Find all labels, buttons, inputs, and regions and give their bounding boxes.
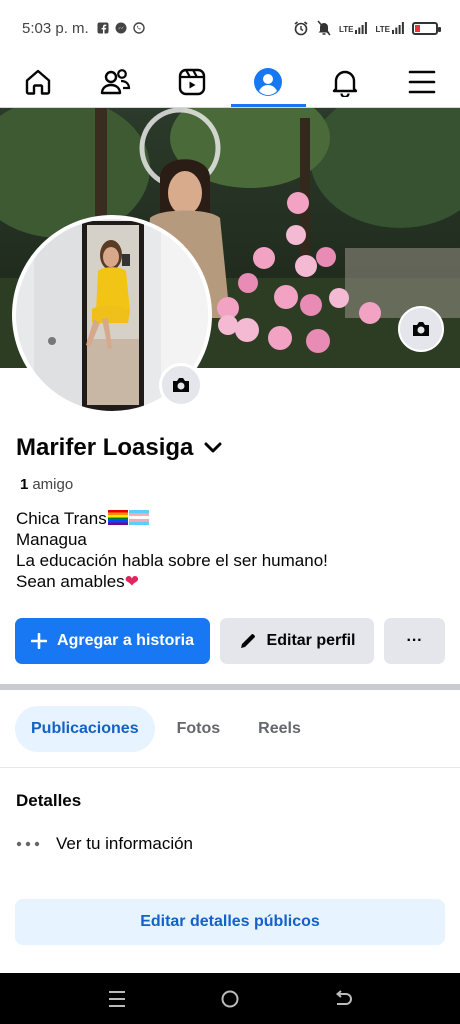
rainbow-flag-icon (107, 510, 128, 525)
tab-reels[interactable]: Reels (242, 706, 317, 752)
recents-icon[interactable] (107, 990, 127, 1008)
heart-icon: ❤ (124, 572, 139, 591)
nav-menu[interactable] (383, 56, 460, 107)
camera-icon (173, 378, 189, 392)
transgender-flag-icon (128, 510, 149, 525)
avatar-camera-button[interactable] (159, 363, 203, 407)
more-options-label: ··· (406, 632, 423, 649)
bio-line-1: Chica Trans (16, 509, 107, 528)
signal-2: LTE (375, 22, 404, 34)
add-to-story-button[interactable]: Agregar a historia (15, 618, 210, 664)
signal-1: LTE (339, 22, 368, 34)
home-circle-icon[interactable] (220, 989, 240, 1009)
profile-actions: Agregar a historia Editar perfil ··· (15, 618, 445, 664)
system-navigation-bar (0, 973, 460, 1024)
profile-name: Marifer Loasiga (16, 434, 194, 461)
profile-bio: Chica Trans Managua La educación habla s… (16, 508, 328, 592)
nav-reels[interactable] (153, 56, 230, 107)
details-heading: Detalles (16, 791, 82, 810)
friends-icon (100, 68, 131, 94)
friends-label: amigo (32, 476, 74, 493)
profile-name-row[interactable]: Marifer Loasiga (16, 434, 223, 462)
edit-public-details-button[interactable]: Editar detalles públicos (15, 899, 445, 945)
add-to-story-label: Agregar a historia (57, 632, 194, 649)
friends-number: 1 (20, 476, 29, 493)
nav-profile[interactable] (230, 56, 307, 107)
section-divider (0, 684, 460, 690)
menu-icon (408, 70, 435, 93)
nav-notifications[interactable] (307, 56, 384, 107)
friends-count[interactable]: 1 amigo (20, 476, 73, 493)
cover-camera-button[interactable] (398, 306, 444, 352)
top-navigation (0, 56, 460, 108)
battery-icon (412, 21, 441, 35)
reels-icon (178, 68, 205, 95)
home-icon (26, 69, 51, 95)
bio-line-2: Managua (16, 530, 87, 549)
status-time: 5:03 p. m. (22, 19, 89, 37)
nav-friends[interactable] (77, 56, 154, 107)
more-options-button[interactable]: ··· (384, 618, 445, 664)
chevron-down-icon[interactable] (203, 441, 223, 455)
profile-tabs: Publicaciones Fotos Reels (15, 706, 317, 752)
edit-public-details-label: Editar detalles públicos (140, 913, 320, 930)
more-dots-icon (16, 841, 40, 847)
see-info-label: Ver tu información (56, 834, 194, 853)
nav-home[interactable] (0, 56, 77, 107)
facebook-notif-icon (97, 22, 109, 34)
see-info-row[interactable]: Ver tu información (16, 834, 193, 854)
whatsapp-notif-icon (133, 22, 145, 34)
messenger-notif-icon (115, 22, 127, 34)
back-icon[interactable] (333, 989, 353, 1008)
camera-icon (413, 322, 429, 336)
edit-profile-button[interactable]: Editar perfil (220, 618, 374, 664)
tabs-divider (0, 767, 460, 768)
bell-icon (332, 70, 358, 97)
system-status: LTE LTE (293, 20, 441, 36)
signal-icon (392, 22, 404, 34)
plus-icon (31, 633, 48, 649)
edit-profile-label: Editar perfil (266, 632, 356, 649)
tab-publicaciones[interactable]: Publicaciones (15, 706, 155, 752)
bio-line-4: Sean amables (16, 572, 125, 591)
bio-line-3: La educación habla sobre el ser humano! (16, 551, 328, 570)
status-bar: 5:03 p. m. LTE LTE (0, 0, 460, 56)
alarm-icon (294, 21, 308, 36)
signal-icon (355, 22, 368, 34)
tab-fotos[interactable]: Fotos (161, 706, 237, 752)
profile-icon (254, 67, 283, 96)
mute-icon (317, 20, 331, 36)
pencil-icon (240, 634, 255, 648)
notification-icons (97, 22, 145, 34)
